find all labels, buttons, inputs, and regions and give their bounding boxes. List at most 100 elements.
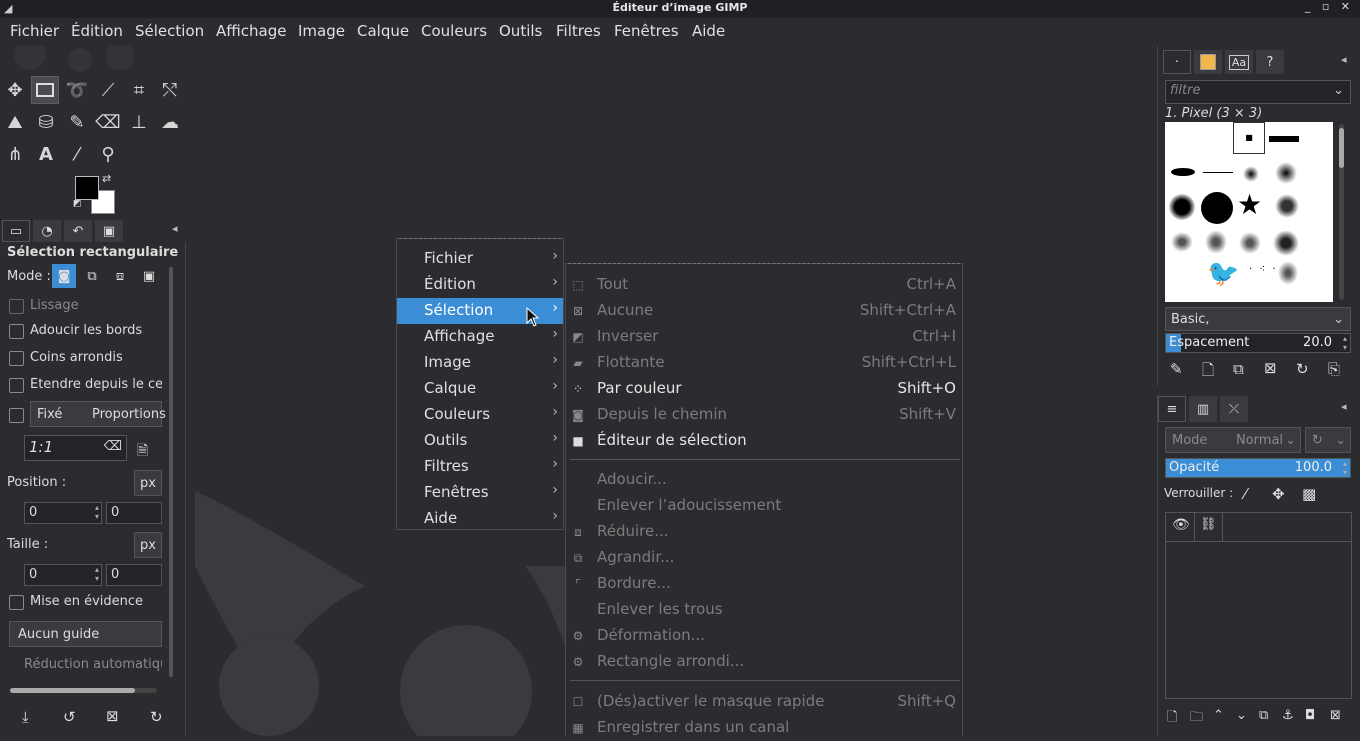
- sel-item-enregistrer-canal[interactable]: ▦ Enregistrer dans un canal: [566, 715, 962, 741]
- open-brush-as-image-icon[interactable]: ⎘: [1328, 360, 1340, 378]
- dock-menu-icon[interactable]: ◂: [1341, 400, 1347, 413]
- lock-pixels-brush-icon[interactable]: ⁄: [1244, 485, 1247, 503]
- tab-channels-icon[interactable]: ▥: [1189, 396, 1217, 422]
- brush-scrollbar[interactable]: [1339, 124, 1344, 300]
- sel-item-depuis-chemin[interactable]: ◙ Depuis le chemin Shift+V: [566, 402, 962, 428]
- options-scrollbar[interactable]: [169, 267, 173, 677]
- menu-filtres[interactable]: Filtres: [556, 22, 601, 40]
- brush-filter-input[interactable]: filtre ⌄: [1165, 80, 1351, 104]
- coins-checkbox[interactable]: [9, 351, 24, 366]
- dock-menu-icon[interactable]: ◂: [1341, 53, 1347, 66]
- brush-dots[interactable]: · ⁖ ·: [1249, 264, 1278, 275]
- composite-mode-dropdown[interactable]: ↻ ⌄: [1305, 427, 1351, 453]
- sel-item-inverser[interactable]: ◩ Inverser Ctrl+I: [566, 324, 962, 350]
- save-options-icon[interactable]: ⤓: [22, 708, 29, 726]
- smudge-tool-icon[interactable]: ☁: [156, 108, 184, 136]
- brush-splatter[interactable]: [1239, 232, 1261, 254]
- delete-brush-icon[interactable]: ⊠: [1264, 359, 1277, 377]
- refresh-brushes-icon[interactable]: ↻: [1296, 360, 1309, 378]
- duplicate-brush-icon[interactable]: ⧉: [1233, 360, 1244, 378]
- new-layer-group-icon[interactable]: 🗀: [1190, 708, 1203, 730]
- ctx-item-edition[interactable]: Édition ›: [397, 272, 563, 298]
- sel-item-flottante[interactable]: ▰ Flottante Shift+Ctrl+L: [566, 350, 962, 376]
- menu-fichier[interactable]: Fichier: [10, 22, 59, 40]
- lower-layer-icon[interactable]: ⌄: [1236, 708, 1247, 723]
- sel-item-masque-rapide[interactable]: ☐ (Dés)activer le masque rapide Shift+Q: [566, 689, 962, 715]
- crop-tool-icon[interactable]: ⌗: [125, 76, 153, 104]
- layer-mask-icon[interactable]: ◘: [1305, 708, 1315, 723]
- sel-item-editeur[interactable]: ■ Éditeur de sélection: [566, 428, 962, 454]
- options-hscrollbar[interactable]: [10, 688, 157, 693]
- brush-line[interactable]: [1203, 172, 1233, 173]
- adoucir-checkbox[interactable]: [9, 324, 24, 339]
- paintbrush-tool-icon[interactable]: ✎: [63, 108, 91, 136]
- sel-item-adoucir[interactable]: Adoucir...: [566, 467, 962, 493]
- position-unit-dropdown[interactable]: px: [134, 470, 162, 496]
- position-y-input[interactable]: 0: [106, 502, 162, 524]
- duplicate-layer-icon[interactable]: ⧉: [1259, 708, 1268, 723]
- stepper-icon[interactable]: ▴ ▾: [95, 565, 99, 583]
- menu-selection[interactable]: Sélection: [135, 22, 204, 40]
- menu-fenetres[interactable]: Fenêtres: [614, 22, 679, 40]
- brush-splatter[interactable]: [1205, 230, 1227, 254]
- menu-couleurs[interactable]: Couleurs: [421, 22, 487, 40]
- warp-tool-icon[interactable]: ⛰: [1, 108, 29, 136]
- tab-tool-options-icon[interactable]: ▭: [2, 220, 30, 242]
- sel-item-par-couleur[interactable]: ⁘ Par couleur Shift+O: [566, 376, 962, 402]
- ctx-item-aide[interactable]: Aide ›: [397, 506, 563, 532]
- brush-grid[interactable]: ■ ★ 🐦 · ⁖ ·: [1165, 122, 1333, 302]
- delete-layer-icon[interactable]: ⊠: [1330, 708, 1341, 723]
- lock-alpha-checker-icon[interactable]: ▩: [1302, 485, 1316, 503]
- ctx-item-filtres[interactable]: Filtres ›: [397, 454, 563, 480]
- menu-affichage[interactable]: Affichage: [216, 22, 286, 40]
- fixed-mode-dropdown[interactable]: Fixé Proportions: [30, 401, 166, 427]
- brush-fuzzy[interactable]: [1275, 162, 1297, 184]
- brush-texture[interactable]: [1275, 194, 1299, 218]
- opacity-slider[interactable]: Opacité 100.0 ▴ ▾: [1165, 458, 1351, 478]
- ctx-item-image[interactable]: Image ›: [397, 350, 563, 376]
- brush-pixel[interactable]: ■: [1233, 122, 1265, 154]
- sel-item-aucune[interactable]: ⊠ Aucune Shift+Ctrl+A: [566, 298, 962, 324]
- tab-images-icon[interactable]: ▣: [95, 220, 123, 242]
- raise-layer-icon[interactable]: ⌃: [1213, 708, 1224, 723]
- visibility-eye-icon[interactable]: 👁: [1172, 517, 1190, 533]
- lasso-tool-icon[interactable]: ➰: [63, 76, 91, 104]
- delete-options-icon[interactable]: ⊠: [106, 707, 119, 725]
- brush-star[interactable]: ★: [1237, 190, 1262, 220]
- mode-subtract-icon[interactable]: ⧈: [108, 264, 132, 288]
- tear-off-line[interactable]: [399, 238, 561, 239]
- anchor-layer-icon[interactable]: ⚓: [1282, 708, 1294, 723]
- ctx-item-couleurs[interactable]: Couleurs ›: [397, 402, 563, 428]
- menu-image[interactable]: Image: [298, 22, 345, 40]
- brush-splatter[interactable]: [1171, 232, 1193, 252]
- size-h-input[interactable]: 0: [106, 564, 162, 586]
- brush-ellipse[interactable]: [1171, 168, 1195, 176]
- brush-splatter[interactable]: [1273, 230, 1299, 256]
- lock-position-icon[interactable]: ✥: [1272, 485, 1285, 503]
- sel-item-enlever-adoucissement[interactable]: Enlever l’adoucissement: [566, 493, 962, 519]
- ctx-item-fichier[interactable]: Fichier ›: [397, 246, 563, 272]
- tab-fonts-icon[interactable]: Aa: [1225, 50, 1253, 74]
- tab-layers-icon[interactable]: ≡: [1158, 396, 1186, 422]
- menu-edition[interactable]: Édition: [71, 22, 123, 40]
- brush-block[interactable]: [1269, 136, 1299, 142]
- brush-fuzzy[interactable]: [1243, 166, 1259, 182]
- swap-colors-icon[interactable]: ⇄: [102, 172, 111, 185]
- etendre-checkbox[interactable]: [9, 378, 24, 393]
- new-layer-icon[interactable]: 🗋: [1167, 708, 1177, 730]
- clone-tool-icon[interactable]: ⊥: [125, 108, 153, 136]
- stepper-icon[interactable]: ▴ ▾: [1343, 459, 1347, 477]
- clear-icon[interactable]: ⌫: [104, 439, 122, 454]
- brush-splatter[interactable]: [1277, 260, 1299, 286]
- ctx-item-fenetres[interactable]: Fenêtres ›: [397, 480, 563, 506]
- position-x-input[interactable]: 0 ▴ ▾: [24, 502, 102, 524]
- size-w-input[interactable]: 0 ▴ ▾: [24, 564, 102, 586]
- default-colors-icon[interactable]: ◩: [73, 199, 82, 209]
- tear-off-line[interactable]: [568, 263, 960, 264]
- spacing-slider[interactable]: Espacement 20.0 ▴ ▾: [1165, 333, 1351, 353]
- menu-outils[interactable]: Outils: [499, 22, 542, 40]
- foreground-color-swatch[interactable]: [75, 176, 99, 200]
- dock-menu-icon[interactable]: ◂: [172, 222, 178, 235]
- stepper-icon[interactable]: ▴ ▾: [95, 503, 99, 521]
- color-picker-tool-icon[interactable]: ⁄: [63, 140, 91, 168]
